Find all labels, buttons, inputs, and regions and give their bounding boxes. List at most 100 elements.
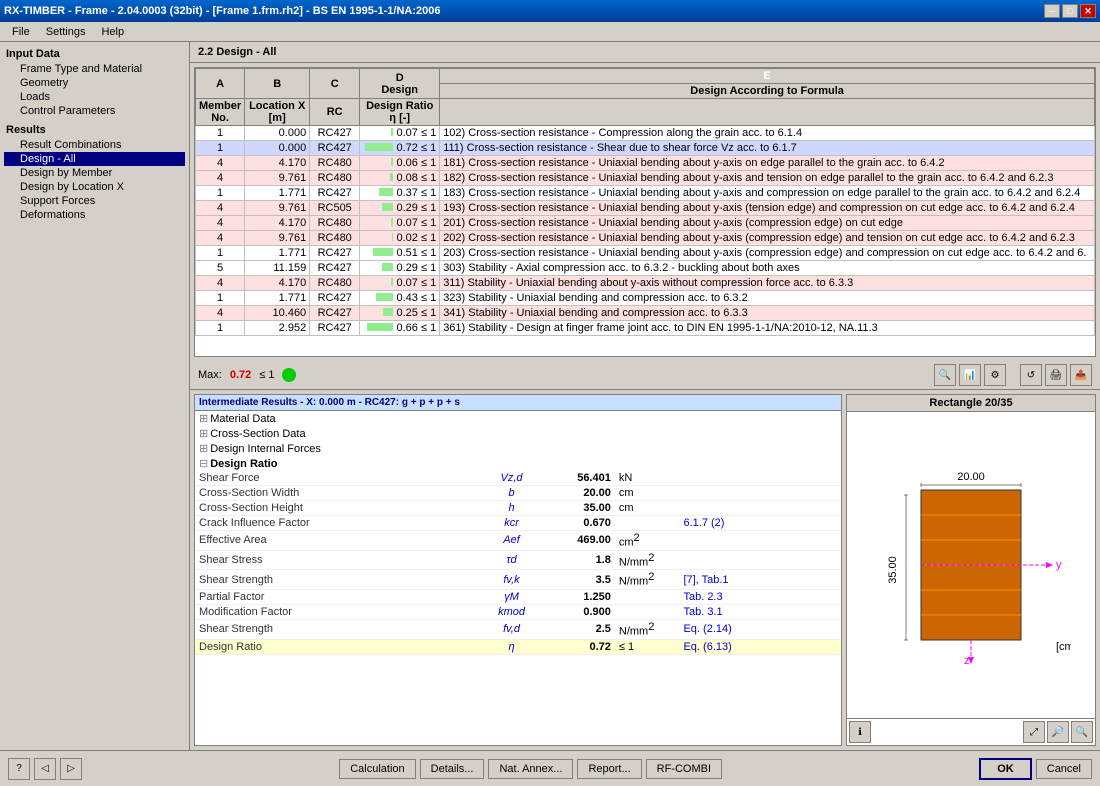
table-row[interactable]: 1 1.771 RC427 0.51 ≤ 1 203) Cross-sectio…: [196, 246, 1095, 261]
detail-sym: h: [486, 501, 538, 516]
cell-location: 1.771: [245, 186, 310, 201]
cell-ratio: 0.43 ≤ 1: [360, 291, 440, 306]
svg-text:[cm]: [cm]: [1056, 641, 1071, 653]
cell-rc: RC427: [310, 246, 360, 261]
chart-icon[interactable]: 📊: [959, 364, 981, 386]
table-row[interactable]: 5 11.159 RC427 0.29 ≤ 1 303) Stability -…: [196, 261, 1095, 276]
cell-formula: 311) Stability - Uniaxial bending about …: [440, 276, 1095, 291]
sidebar-item-design-by-location[interactable]: Design by Location X: [4, 180, 185, 194]
close-button[interactable]: ✕: [1080, 4, 1096, 18]
zoom-icon[interactable]: 🔍: [934, 364, 956, 386]
sidebar-item-support-forces[interactable]: Support Forces: [4, 194, 185, 208]
table-row[interactable]: 4 9.761 RC505 0.29 ≤ 1 193) Cross-sectio…: [196, 201, 1095, 216]
cell-rc: RC480: [310, 216, 360, 231]
cell-ratio: 0.07 ≤ 1: [360, 216, 440, 231]
nat-annex-button[interactable]: Nat. Annex...: [488, 759, 573, 779]
table-row[interactable]: 4 9.761 RC480 0.02 ≤ 1 202) Cross-sectio…: [196, 231, 1095, 246]
rect-canvas: 20.00 35.00: [847, 412, 1095, 718]
print-icon[interactable]: 🖨: [1045, 364, 1067, 386]
maximize-button[interactable]: □: [1062, 4, 1078, 18]
section-title: 2.2 Design - All: [198, 46, 276, 58]
cell-location: 1.771: [245, 291, 310, 306]
export-icon[interactable]: 📤: [1070, 364, 1092, 386]
info-icon[interactable]: ℹ: [849, 721, 871, 743]
menu-help[interactable]: Help: [93, 24, 132, 40]
table-row[interactable]: 1 0.000 RC427 0.72 ≤ 1 111) Cross-sectio…: [196, 141, 1095, 156]
zoom-in-icon[interactable]: 🔎: [1047, 721, 1069, 743]
tree-design-ratio[interactable]: ⊟ Design Ratio: [195, 456, 841, 471]
sidebar-item-result-combinations[interactable]: Result Combinations: [4, 138, 185, 152]
ok-button[interactable]: OK: [979, 758, 1032, 780]
cell-member: 4: [196, 156, 245, 171]
col-e-subheader: Design According to Formula: [440, 84, 1095, 99]
table-row[interactable]: 1 1.771 RC427 0.43 ≤ 1 323) Stability - …: [196, 291, 1095, 306]
zoom-fit-icon[interactable]: ⤢: [1023, 721, 1045, 743]
sidebar-item-frame-type[interactable]: Frame Type and Material: [4, 62, 185, 76]
details-button[interactable]: Details...: [420, 759, 485, 779]
cell-member: 1: [196, 321, 245, 336]
refresh-icon[interactable]: ↺: [1020, 364, 1042, 386]
detail-label: Shear Strength: [195, 619, 486, 639]
cell-member: 4: [196, 171, 245, 186]
content-area: 2.2 Design - All A B C DDesign E Design …: [190, 42, 1100, 750]
cell-rc: RC480: [310, 171, 360, 186]
expand-icon: ⊞: [199, 412, 208, 425]
sidebar-item-deformations[interactable]: Deformations: [4, 208, 185, 222]
zoom-out-icon[interactable]: 🔍: [1071, 721, 1093, 743]
section-header: 2.2 Design - All: [190, 42, 1100, 63]
detail-val: 0.900: [537, 604, 615, 619]
tree-design-internal[interactable]: ⊞ Design Internal Forces: [195, 441, 841, 456]
rect-svg: 20.00 35.00: [871, 465, 1071, 665]
minimize-button[interactable]: ─: [1044, 4, 1060, 18]
cell-formula: 181) Cross-section resistance - Uniaxial…: [440, 156, 1095, 171]
detail-val: 1.250: [537, 589, 615, 604]
sidebar-item-loads[interactable]: Loads: [4, 90, 185, 104]
table-row[interactable]: 1 2.952 RC427 0.66 ≤ 1 361) Stability - …: [196, 321, 1095, 336]
detail-sym: γM: [486, 589, 538, 604]
detail-sym: b: [486, 486, 538, 501]
cell-rc: RC427: [310, 306, 360, 321]
sidebar-item-control-params[interactable]: Control Parameters: [4, 104, 185, 118]
report-button[interactable]: Report...: [577, 759, 641, 779]
window-controls: ─ □ ✕: [1044, 4, 1096, 18]
table-row[interactable]: 4 4.170 RC480 0.06 ≤ 1 181) Cross-sectio…: [196, 156, 1095, 171]
table-row[interactable]: 4 4.170 RC480 0.07 ≤ 1 311) Stability - …: [196, 276, 1095, 291]
cell-location: 9.761: [245, 201, 310, 216]
table-row[interactable]: 1 1.771 RC427 0.37 ≤ 1 183) Cross-sectio…: [196, 186, 1095, 201]
rf-combi-button[interactable]: RF-COMBI: [646, 759, 722, 779]
cell-formula: 341) Stability - Uniaxial bending and co…: [440, 306, 1095, 321]
sidebar-item-design-by-member[interactable]: Design by Member: [4, 166, 185, 180]
back-icon[interactable]: ◁: [34, 758, 56, 780]
menu-file[interactable]: File: [4, 24, 38, 40]
svg-text:20.00: 20.00: [957, 471, 985, 483]
table-row[interactable]: 4 10.460 RC427 0.25 ≤ 1 341) Stability -…: [196, 306, 1095, 321]
detail-val: 2.5: [537, 619, 615, 639]
cell-member: 5: [196, 261, 245, 276]
cancel-button[interactable]: Cancel: [1036, 759, 1092, 779]
help-icon[interactable]: ?: [8, 758, 30, 780]
tree-material-data[interactable]: ⊞ Material Data: [195, 411, 841, 426]
calculation-button[interactable]: Calculation: [339, 759, 415, 779]
sidebar-item-design-all[interactable]: Design - All: [4, 152, 185, 166]
detail-row: Crack Influence Factor kcr 0.670 6.1.7 (…: [195, 516, 841, 531]
settings-icon[interactable]: ⚙: [984, 364, 1006, 386]
table-row[interactable]: 1 0.000 RC427 0.07 ≤ 1 102) Cross-sectio…: [196, 126, 1095, 141]
data-table-container[interactable]: A B C DDesign E Design According to Form…: [194, 67, 1096, 357]
sidebar-item-geometry[interactable]: Geometry: [4, 76, 185, 90]
menu-settings[interactable]: Settings: [38, 24, 94, 40]
cell-rc: RC427: [310, 141, 360, 156]
col-a-header: A: [196, 69, 245, 99]
table-row[interactable]: 4 4.170 RC480 0.07 ≤ 1 201) Cross-sectio…: [196, 216, 1095, 231]
max-value: 0.72: [230, 369, 251, 381]
detail-val: 1.8: [537, 550, 615, 570]
rect-title: Rectangle 20/35: [847, 395, 1095, 412]
detail-ref: 6.1.7 (2): [679, 516, 841, 531]
menu-bar: File Settings Help: [0, 22, 1100, 42]
table-row[interactable]: 4 9.761 RC480 0.08 ≤ 1 182) Cross-sectio…: [196, 171, 1095, 186]
tree-cross-section[interactable]: ⊞ Cross-Section Data: [195, 426, 841, 441]
detail-ref: [679, 550, 841, 570]
forward-icon[interactable]: ▷: [60, 758, 82, 780]
cell-ratio: 0.29 ≤ 1: [360, 261, 440, 276]
detail-ref: Eq. (2.14): [679, 619, 841, 639]
cell-member: 1: [196, 291, 245, 306]
